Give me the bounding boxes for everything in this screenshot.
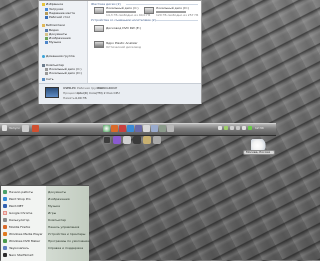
drive-icon [45,71,48,75]
hard-drive-icon [94,7,104,14]
firefox-icon[interactable] [111,125,118,132]
volume-icon[interactable] [242,126,246,130]
program-item[interactable]: Paint.NET [3,203,23,209]
place-item-music[interactable]: Музыка [48,203,60,209]
star-icon [42,2,45,6]
music-icon [45,40,48,44]
start-orb-icon[interactable] [2,125,7,131]
explorer-window: Избранное Загрузки Недавние места Рабочи… [38,0,202,104]
place-item-documents[interactable]: Документы [48,189,66,195]
drive-d-name[interactable]: Локальный диск (D:) [156,7,189,10]
program-icon [3,190,7,194]
dock-icon[interactable] [113,136,121,144]
nav-item-drive-d[interactable]: Локальный диск (D:) [45,71,82,75]
section-header-removable[interactable]: Устройства со съемными носителями (2) [91,18,156,22]
network-icon [42,77,45,81]
library-icon [42,23,45,27]
dock-icon[interactable] [103,136,111,144]
program-item[interactable]: Windows Media Player [3,231,43,237]
cloud-icon [251,139,267,150]
dock-icon[interactable] [143,136,151,144]
media-player-icon [3,232,7,236]
nero-icon [3,253,7,257]
place-item-default-programs[interactable]: Программы по умолчанию [48,238,90,244]
tray-icon[interactable] [230,126,234,130]
desktop-icon [45,15,48,19]
nav-item-network[interactable]: Сеть [42,77,53,81]
program-item[interactable]: Калькулятор [3,217,29,223]
drive-c-name[interactable]: Локальный диск (C:) [106,7,139,10]
chrome-icon[interactable] [103,125,110,132]
dock-icon[interactable] [153,136,161,144]
place-item-games[interactable]: Игры [48,210,56,216]
app-icon[interactable] [151,125,158,132]
recorder-icon [3,246,7,250]
nav-item-libraries[interactable]: Библиотеки [42,23,65,27]
drive-d-info: 120 ГБ свободно из 257 ГБ [156,13,199,17]
dock-icon[interactable] [123,136,131,144]
network-item-info: Оптический дисковод [106,45,141,49]
workgroup-value: WORKGROUP [97,86,118,90]
program-item[interactable]: Windows DVD Maker [3,238,40,244]
hard-drive-icon [144,7,154,14]
dock-icon[interactable] [133,136,141,144]
program-icon [3,197,7,201]
program-icon [3,204,7,208]
firefox-icon [3,225,7,229]
program-item[interactable]: Mozilla Firefox [3,224,30,230]
settings-icon[interactable] [143,125,150,132]
section-divider [156,20,198,21]
dvd-maker-icon [3,239,7,243]
ie-icon[interactable] [127,125,134,132]
cpu-value: Intel(R) Core(TM) 2 Duo CPU [77,91,120,95]
drive-c-info: 14,3 ГБ свободно из 40,0 ГБ [106,13,151,17]
place-item-help[interactable]: Справка и поддержка [48,245,83,251]
nav-item-favorites[interactable]: Избранное [42,2,63,6]
app-icon[interactable] [167,125,174,132]
start-menu-places: Документы Изображения Музыка Игры Компью… [46,186,90,261]
tray-icon[interactable] [218,126,222,130]
nav-item-homegroup[interactable]: Домашняя группа [42,54,75,58]
homegroup-icon [42,54,45,58]
dvd-drive-name[interactable]: Дисковод DVD RW (E:) [106,27,141,30]
program-item[interactable]: Nero StartSmart [3,252,33,258]
network-tray-icon[interactable] [248,126,252,130]
taskbar-start-label[interactable]: Запуск [9,127,20,130]
media-icon[interactable] [119,125,126,132]
chrome-icon [3,211,7,215]
memory-value: 4,00 ГБ [75,96,87,100]
start-menu-programs: Начало работы Paint Shop Pro Paint.NET G… [1,186,46,261]
start-menu: Начало работы Paint Shop Pro Paint.NET G… [0,185,90,261]
tray-icon[interactable] [236,126,240,130]
place-item-devices[interactable]: Устройства и принтеры [48,231,85,237]
app-icon[interactable] [159,125,166,132]
calculator-icon [3,218,7,222]
program-item[interactable]: Google Chrome [3,210,32,216]
computer-name: USER-PC [63,86,76,90]
details-pane: USER-PC Рабочая группа: WORKGROUP Процес… [39,83,201,104]
app-task-icon[interactable] [32,125,39,132]
place-item-computer[interactable]: Компьютер [48,217,66,223]
app-icon[interactable] [135,125,142,132]
program-item[interactable]: Начало работы [3,189,33,195]
place-item-images[interactable]: Изображения [48,196,70,202]
program-item[interactable]: Paint Shop Pro [3,196,31,202]
navigation-pane[interactable]: Избранное Загрузки Недавние места Рабочи… [39,1,88,83]
place-item-control-panel[interactable]: Панель управления [48,224,79,230]
nav-item-desktop[interactable]: Рабочий стол [45,15,70,19]
memory-label: Память: [63,96,76,100]
nav-item-music[interactable]: Музыка [45,40,61,44]
computer-icon [45,87,59,98]
optical-drive-icon [94,41,104,48]
clock[interactable]: 12:34 [255,127,264,130]
weather-gadget[interactable]: Москва, Россия [243,139,275,159]
weather-location: Москва, Россия [246,150,271,154]
program-item[interactable]: Звукозапись [3,245,29,251]
tray-icon[interactable] [224,126,228,130]
section-divider [126,4,198,5]
dvd-drive-icon [94,25,104,32]
content-pane: Жесткие диски (2) Локальный диск (C:) 14… [88,1,201,83]
explorer-task-icon[interactable] [22,125,29,132]
